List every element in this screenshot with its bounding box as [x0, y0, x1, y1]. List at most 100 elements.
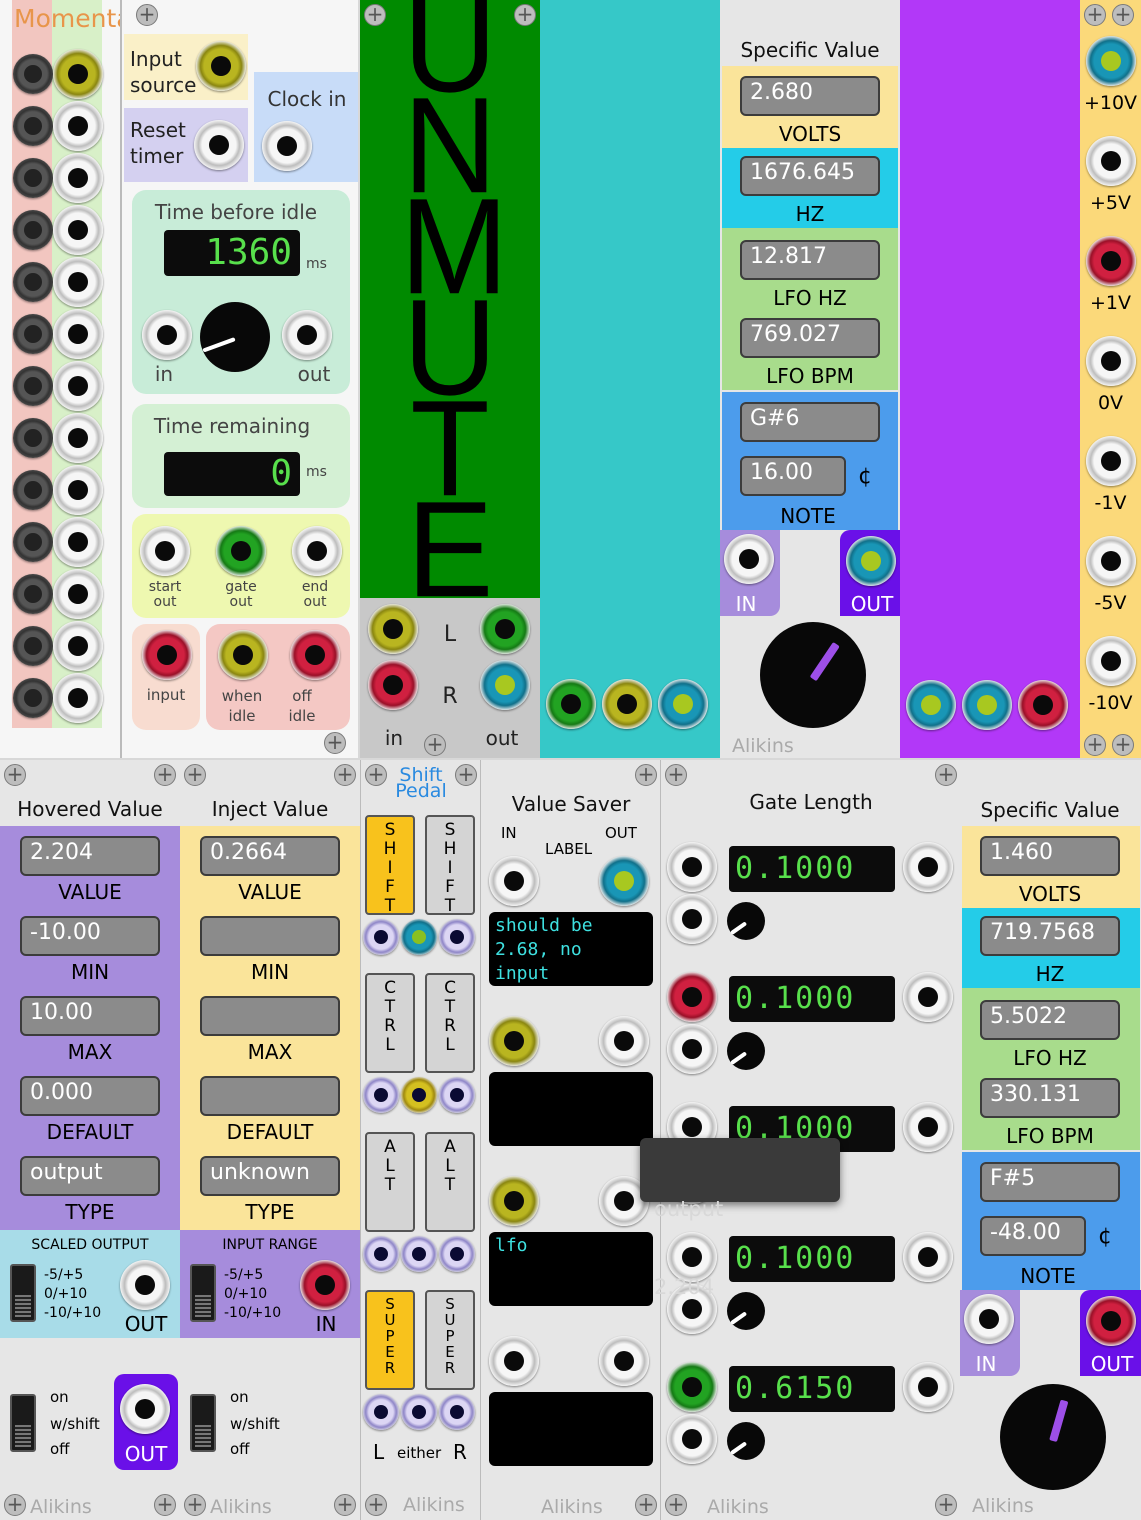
gate-out-jack[interactable] [903, 972, 953, 1022]
range-switch[interactable] [190, 1264, 216, 1322]
value-field[interactable]: 2.204 [20, 836, 160, 876]
purple-jack-2[interactable] [962, 680, 1012, 730]
gate-length-knob[interactable] [727, 1422, 765, 1460]
gate-out-jack[interactable] [903, 842, 953, 892]
gate-length-knob[interactable] [727, 902, 765, 940]
momentary-jack[interactable] [53, 101, 103, 151]
default-field[interactable] [200, 1076, 340, 1116]
time-before-idle-knob[interactable] [200, 302, 270, 372]
cents-field[interactable]: -48.00 [980, 1216, 1086, 1256]
gate-in-jack[interactable] [667, 842, 717, 892]
momentary-jack[interactable] [53, 569, 103, 619]
value-field[interactable]: 0.2664 [200, 836, 340, 876]
specific-value-knob[interactable] [760, 622, 866, 728]
specific-value-in-jack[interactable] [964, 1294, 1014, 1344]
gate-out-jack[interactable] [903, 1362, 953, 1412]
unmute-in-r-jack[interactable] [368, 660, 418, 710]
purple-jack-3[interactable] [1018, 680, 1068, 730]
shift-pedal-super-button[interactable]: S U P E R [425, 1290, 475, 1390]
momentary-button[interactable] [13, 54, 53, 94]
unmute-in-l-jack[interactable] [368, 604, 418, 654]
start-out-jack[interactable] [140, 526, 190, 576]
gate-out-jack[interactable] [216, 526, 266, 576]
saver-out-jack[interactable] [599, 1336, 649, 1386]
gate-out-jack[interactable] [903, 1232, 953, 1282]
note-field[interactable]: G#6 [740, 402, 880, 442]
teal-jack-1[interactable] [546, 679, 596, 729]
shift-pedal-super-jack[interactable] [439, 1394, 475, 1430]
momentary-jack[interactable] [53, 309, 103, 359]
saver-label-display[interactable]: lfo [489, 1232, 653, 1306]
reference-voltage-jack[interactable] [1086, 436, 1136, 486]
lfo-hz-field[interactable]: 5.5022 [980, 1000, 1120, 1040]
momentary-button[interactable] [13, 106, 53, 146]
purple-jack-1[interactable] [906, 680, 956, 730]
lfo-bpm-field[interactable]: 330.131 [980, 1078, 1120, 1118]
end-out-jack[interactable] [292, 526, 342, 576]
reference-voltage-jack[interactable] [1086, 236, 1136, 286]
shift-pedal-alt-button[interactable]: A L T [425, 1132, 475, 1232]
specific-value-in-jack[interactable] [724, 534, 774, 584]
momentary-button[interactable] [13, 314, 53, 354]
type-field[interactable]: unknown [200, 1156, 340, 1196]
max-field[interactable] [200, 996, 340, 1036]
gate-in-jack[interactable] [667, 972, 717, 1022]
saver-in-jack[interactable] [489, 1016, 539, 1066]
momentary-jack[interactable] [53, 673, 103, 723]
shift-pedal-super-jack[interactable] [401, 1394, 437, 1430]
shift-pedal-shift-jack[interactable] [363, 919, 399, 955]
enable-switch[interactable] [190, 1394, 216, 1452]
shift-pedal-shift-jack[interactable] [401, 919, 437, 955]
gate-cv-jack[interactable] [667, 1414, 717, 1464]
inject-in-jack[interactable] [300, 1260, 350, 1310]
shift-pedal-ctrl-button[interactable]: C T R L [425, 973, 475, 1073]
cents-field[interactable]: 16.00 [740, 456, 846, 496]
time-before-idle-out-jack[interactable] [282, 310, 332, 360]
reference-voltage-jack[interactable] [1086, 336, 1136, 386]
gate-cv-jack[interactable] [667, 1024, 717, 1074]
shift-pedal-ctrl-jack[interactable] [363, 1077, 399, 1113]
reference-voltage-jack[interactable] [1086, 536, 1136, 586]
min-field[interactable] [200, 916, 340, 956]
momentary-jack[interactable] [53, 205, 103, 255]
saver-in-jack[interactable] [489, 1336, 539, 1386]
specific-value-knob[interactable] [1000, 1384, 1106, 1490]
specific-value-out-jack[interactable] [1086, 1296, 1136, 1346]
range-switch[interactable] [10, 1264, 36, 1322]
saver-label-display[interactable] [489, 1072, 653, 1146]
input-jack[interactable] [142, 630, 192, 680]
max-field[interactable]: 10.00 [20, 996, 160, 1036]
hz-field[interactable]: 719.7568 [980, 916, 1120, 956]
reference-voltage-jack[interactable] [1086, 136, 1136, 186]
momentary-jack[interactable] [53, 621, 103, 671]
momentary-button[interactable] [13, 574, 53, 614]
lfo-hz-field[interactable]: 12.817 [740, 240, 880, 280]
saver-label-display[interactable]: should be 2.68, no input [489, 912, 653, 986]
shift-pedal-alt-button[interactable]: A L T [365, 1132, 415, 1232]
saver-out-jack[interactable] [599, 1016, 649, 1066]
reference-voltage-jack[interactable] [1086, 636, 1136, 686]
type-field[interactable]: output [20, 1156, 160, 1196]
gate-in-jack[interactable] [667, 1362, 717, 1412]
clock-in-jack[interactable] [262, 121, 312, 171]
scaled-out-jack[interactable] [120, 1260, 170, 1310]
time-before-idle-in-jack[interactable] [142, 310, 192, 360]
saver-out-jack[interactable] [599, 856, 649, 906]
shift-pedal-ctrl-jack[interactable] [439, 1077, 475, 1113]
specific-value-out-jack[interactable] [846, 536, 896, 586]
momentary-button[interactable] [13, 210, 53, 250]
note-field[interactable]: F#5 [980, 1162, 1120, 1202]
momentary-button[interactable] [13, 522, 53, 562]
momentary-jack[interactable] [53, 257, 103, 307]
teal-jack-3[interactable] [658, 679, 708, 729]
off-idle-jack[interactable] [290, 630, 340, 680]
enable-switch[interactable] [10, 1394, 36, 1452]
unmute-out-l-jack[interactable] [480, 604, 530, 654]
momentary-jack[interactable] [53, 153, 103, 203]
lfo-bpm-field[interactable]: 769.027 [740, 318, 880, 358]
saver-label-display[interactable] [489, 1392, 653, 1466]
hz-field[interactable]: 1676.645 [740, 156, 880, 196]
hovered-out-jack[interactable] [120, 1384, 170, 1434]
momentary-button[interactable] [13, 262, 53, 302]
momentary-button[interactable] [13, 418, 53, 458]
